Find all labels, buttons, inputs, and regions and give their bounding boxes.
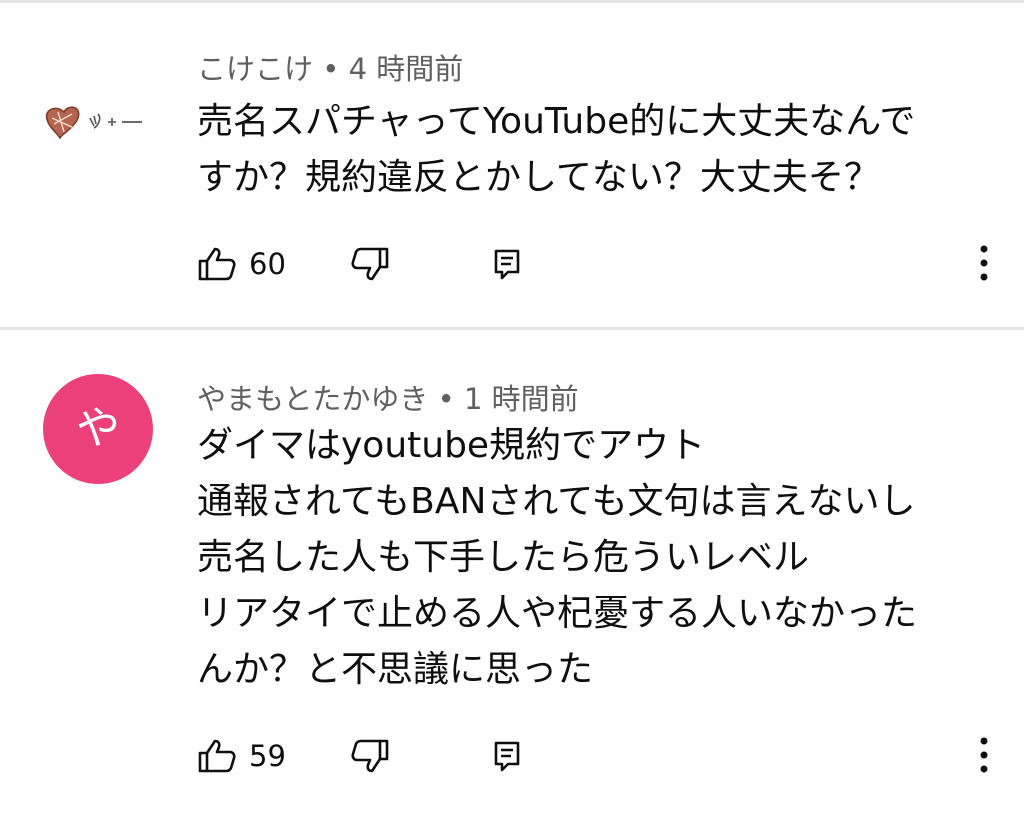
comment-meta: やまもとたかゆき • 1 時間前 xyxy=(197,376,579,418)
author-name[interactable]: やまもとたかゆき xyxy=(197,382,428,416)
thumb-down-icon xyxy=(351,247,389,281)
reply-button[interactable] xyxy=(492,246,522,282)
thumb-down-icon xyxy=(351,739,389,773)
comment-time: 4 時間前 xyxy=(348,52,464,86)
author-name[interactable]: こけこけ xyxy=(197,52,313,86)
like-count: 60 xyxy=(249,247,286,281)
comment-line: 売名スパチャってYouTube的に大丈夫なんで xyxy=(197,101,916,142)
more-options-button[interactable] xyxy=(980,244,988,282)
reply-icon xyxy=(494,249,520,280)
dislike-button[interactable] xyxy=(350,246,390,282)
dislike-button[interactable] xyxy=(350,738,390,774)
comments-list: こけこけ • 4 時間前 売名スパチャってYouTube的に大丈夫なんで すか？… xyxy=(0,0,1024,813)
more-vert-icon xyxy=(980,737,988,773)
avatar[interactable]: や xyxy=(43,374,153,484)
meta-separator: • xyxy=(437,382,455,416)
comment-line: 通報されてもBANされても文句は言えないし xyxy=(197,481,916,522)
comment-actions: 60 xyxy=(0,234,1024,294)
heart-doodle-avatar-icon xyxy=(45,106,142,140)
comment-line: 売名した人も下手したら危ういレベル xyxy=(197,537,810,578)
thumb-up-icon xyxy=(198,739,236,773)
comment-actions: 59 xyxy=(0,726,1024,786)
comment-item: こけこけ • 4 時間前 売名スパチャってYouTube的に大丈夫なんで すか？… xyxy=(0,0,1024,330)
like-count: 59 xyxy=(249,739,286,773)
avatar[interactable] xyxy=(38,92,148,152)
comment-line: すか？規約違反とかしてない？大丈夫そ？ xyxy=(197,157,880,198)
comment-text: 売名スパチャってYouTube的に大丈夫なんで すか？規約違反とかしてない？大丈… xyxy=(197,94,987,206)
comment-text: ダイマはyoutube規約でアウト 通報されてもBANされても文句は言えないし … xyxy=(197,418,987,698)
more-vert-icon xyxy=(980,245,988,281)
like-button[interactable]: 60 xyxy=(197,246,286,282)
comment-meta: こけこけ • 4 時間前 xyxy=(197,46,463,88)
comment-line: んか？と不思議に思った xyxy=(197,649,594,690)
comment-time: 1 時間前 xyxy=(463,382,579,416)
thumb-up-icon xyxy=(198,247,236,281)
comment-item: や やまもとたかゆき • 1 時間前 ダイマはyoutube規約でアウト 通報さ… xyxy=(0,330,1024,813)
like-button[interactable]: 59 xyxy=(197,738,286,774)
meta-separator: • xyxy=(322,52,340,86)
reply-button[interactable] xyxy=(492,738,522,774)
avatar-letter: や xyxy=(43,374,153,484)
comment-line: ダイマはyoutube規約でアウト xyxy=(197,425,706,466)
reply-icon xyxy=(494,741,520,772)
more-options-button[interactable] xyxy=(980,736,988,774)
comment-line: リアタイで止める人や杞憂する人いなかった xyxy=(197,593,918,634)
